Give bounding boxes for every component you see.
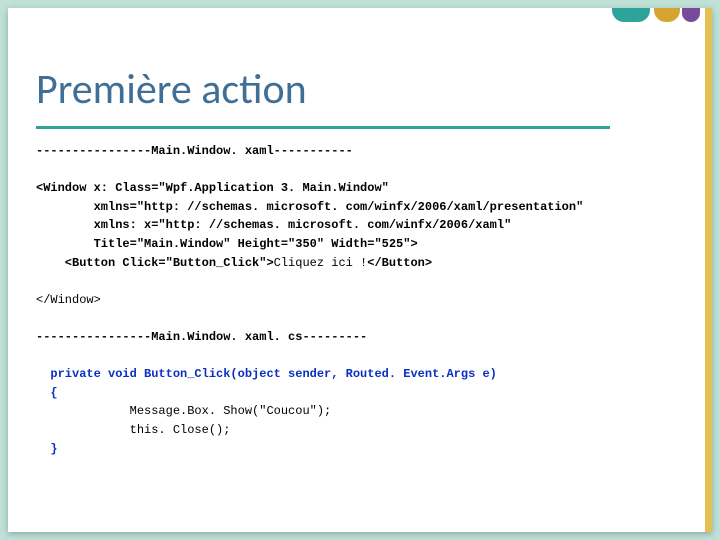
separator-xaml: ----------------Main.Window. xaml-------… (36, 144, 353, 158)
xaml-line-3: xmlns: x="http: //schemas. microsoft. co… (36, 218, 511, 232)
separator-cs: ----------------Main.Window. xaml. cs---… (36, 330, 367, 344)
xaml-button-close: </Button> (367, 256, 432, 270)
xaml-window-close: </Window> (36, 293, 101, 307)
cs-line-1b: Routed. Event.Args e) (346, 367, 497, 381)
cs-line-5: } (36, 442, 58, 456)
xaml-line-2: xmlns="http: //schemas. microsoft. com/w… (36, 200, 583, 214)
xaml-button-open: <Button Click="Button_Click"> (36, 256, 274, 270)
swatch-gold (654, 8, 680, 22)
cs-line-4: this. Close(); (36, 423, 230, 437)
code-block: ----------------Main.Window. xaml-------… (36, 142, 690, 458)
slide: Première action ----------------Main.Win… (8, 8, 712, 532)
cs-line-3: Message.Box. Show("Coucou"); (36, 404, 331, 418)
right-border-accent (705, 8, 712, 532)
swatch-teal (612, 8, 650, 22)
corner-decoration (574, 8, 694, 24)
title-underline (36, 126, 610, 129)
swatch-purple (682, 8, 700, 22)
xaml-line-4: Title="Main.Window" Height="350" Width="… (36, 237, 418, 251)
cs-line-1a: private void Button_Click(object sender, (36, 367, 346, 381)
xaml-line-1: <Window x: Class="Wpf.Application 3. Mai… (36, 181, 389, 195)
cs-line-2: { (36, 386, 58, 400)
xaml-button-text: Cliquez ici ! (274, 256, 368, 270)
slide-title: Première action (36, 64, 307, 115)
